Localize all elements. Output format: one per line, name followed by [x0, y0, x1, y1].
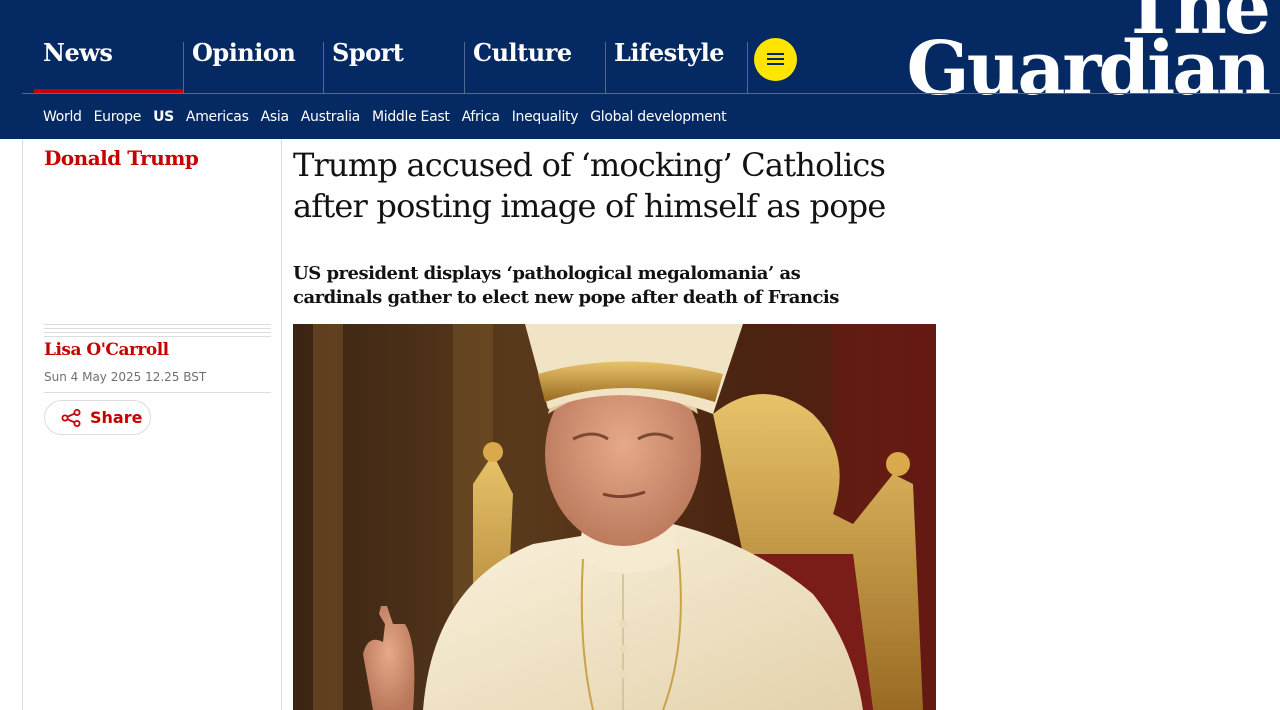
page-border [22, 139, 23, 710]
pillar-divider [323, 42, 324, 93]
article-standfirst: US president displays ‘pathological mega… [293, 263, 839, 308]
meta-divider [44, 392, 271, 393]
subnav-item-world[interactable]: World [43, 109, 82, 125]
pillar-divider [183, 42, 184, 93]
article-headline: Trump accused of ‘mocking’ Catholics aft… [293, 146, 886, 225]
share-button[interactable]: Share [44, 400, 151, 435]
subnav-item-global-development[interactable]: Global development [590, 109, 726, 125]
hamburger-menu-icon[interactable] [754, 38, 797, 81]
pillar-news[interactable]: News [34, 0, 184, 93]
pillar-divider [464, 42, 465, 93]
logo-line-2: Guardian [906, 25, 1271, 112]
pillar-sport-label: Sport [332, 38, 404, 67]
share-label: Share [90, 408, 143, 427]
pillar-opinion[interactable]: Opinion [183, 0, 324, 93]
subnav-item-asia[interactable]: Asia [261, 109, 289, 125]
pillar-opinion-label: Opinion [192, 38, 296, 67]
subnav-item-africa[interactable]: Africa [462, 109, 500, 125]
subnav-item-europe[interactable]: Europe [94, 109, 142, 125]
pope-portrait-image [293, 324, 936, 710]
subnav: World Europe US Americas Asia Australia … [43, 109, 738, 125]
meta-rules [44, 324, 271, 337]
masthead: News Opinion Sport Culture Lifestyle The… [0, 0, 1280, 139]
subnav-item-middle-east[interactable]: Middle East [372, 109, 450, 125]
pillar-lifestyle-label: Lifestyle [614, 38, 725, 67]
subnav-divider [22, 93, 1280, 94]
publish-date: Sun 4 May 2025 12.25 BST [44, 370, 207, 384]
subnav-item-us[interactable]: US [153, 109, 174, 125]
share-icon [61, 409, 81, 427]
article-main-image[interactable] [293, 324, 936, 710]
subnav-item-americas[interactable]: Americas [186, 109, 249, 125]
section-tag[interactable]: Donald Trump [44, 146, 199, 170]
pillar-divider [605, 42, 606, 93]
pillar-sport[interactable]: Sport [323, 0, 464, 93]
pillar-culture[interactable]: Culture [464, 0, 605, 93]
pillar-culture-label: Culture [473, 38, 572, 67]
pillar-divider [747, 42, 748, 93]
guardian-logo[interactable]: The Guardian [906, 0, 1271, 112]
pillar-news-label: News [43, 38, 113, 67]
pillar-lifestyle[interactable]: Lifestyle [605, 0, 748, 93]
author-byline[interactable]: Lisa O'Carroll [44, 340, 169, 360]
subnav-item-australia[interactable]: Australia [301, 109, 361, 125]
subnav-item-inequality[interactable]: Inequality [512, 109, 579, 125]
column-divider [281, 139, 282, 710]
